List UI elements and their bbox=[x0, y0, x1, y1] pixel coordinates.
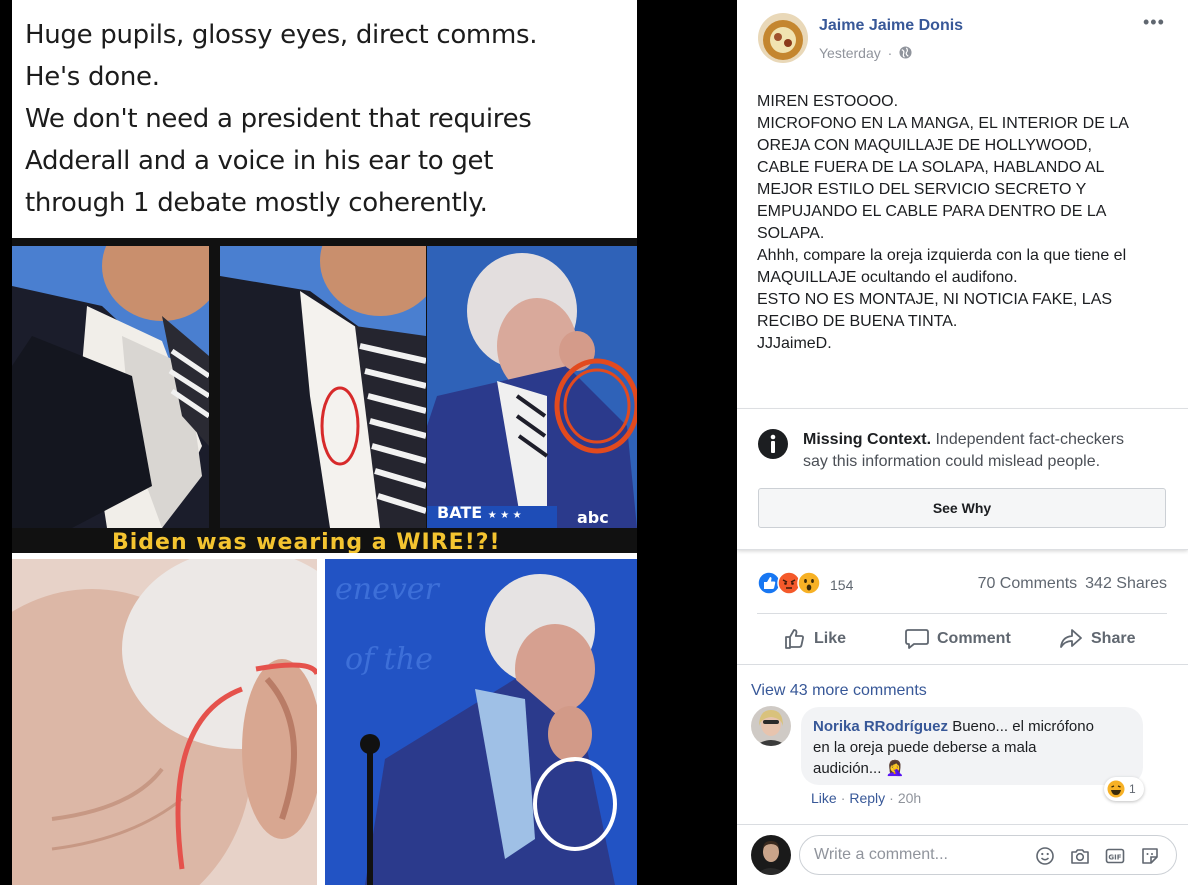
share-label: Share bbox=[1091, 630, 1136, 647]
debate-stage-photo: enever of the bbox=[325, 559, 637, 885]
post-text-line: MICROFONO EN LA MANGA, EL INTERIOR DE LA bbox=[757, 115, 1129, 132]
engagement-counts: 70 Comments 342 Shares bbox=[978, 575, 1167, 593]
post-text-line: MAQUILLAJE ocultando el audifono. bbox=[757, 269, 1018, 286]
camera-icon[interactable] bbox=[1070, 846, 1090, 866]
comment-bubble: Norika RRodríguez Bueno... el micrófono … bbox=[801, 707, 1143, 785]
fact-check-card: Missing Context. Independent fact-checke… bbox=[737, 409, 1188, 549]
wow-reaction-icon[interactable] bbox=[797, 571, 821, 595]
divider bbox=[737, 824, 1188, 825]
comment-text-line: audición... bbox=[813, 760, 882, 777]
facepalm-emoji: 🤦‍♀️ bbox=[885, 760, 905, 777]
meme-caption-line: He's done. bbox=[25, 62, 160, 92]
comment-label: Comment bbox=[937, 630, 1011, 647]
post-text-line: ESTO NO ES MONTAJE, NI NOTICIA FAKE, LAS bbox=[757, 291, 1113, 308]
comment-like-link[interactable]: Like bbox=[811, 790, 837, 806]
reactions-summary: 154 70 Comments 342 Shares bbox=[757, 570, 1167, 600]
post-text-line: SOLAPA. bbox=[757, 225, 825, 242]
abc-logo: abc bbox=[577, 508, 609, 527]
comment-button[interactable]: Comment bbox=[905, 627, 1011, 651]
comment-text-line: Bueno... el micrófono bbox=[952, 718, 1094, 735]
current-user-avatar bbox=[751, 835, 791, 875]
author-name[interactable]: Jaime Jaime Donis bbox=[819, 17, 963, 35]
comment-reaction-count: 1 bbox=[1129, 782, 1136, 796]
ear-closeup-photo bbox=[12, 559, 317, 885]
comment-reaction-badge[interactable]: 1 bbox=[1104, 777, 1144, 801]
thumbs-up-icon bbox=[785, 629, 804, 649]
post-text-line: CABLE FUERA DE LA SOLAPA, HABLANDO AL bbox=[757, 159, 1105, 176]
fact-check-line2: say this information could mislead peopl… bbox=[803, 453, 1101, 470]
meme-caption-line: through 1 debate mostly coherently. bbox=[25, 188, 488, 218]
like-label: Like bbox=[814, 630, 847, 647]
svg-text:of the: of the bbox=[345, 642, 433, 677]
post-time[interactable]: Yesterday bbox=[819, 45, 881, 61]
comment-reply-link[interactable]: Reply bbox=[849, 790, 885, 806]
divider bbox=[757, 613, 1167, 614]
comment-icon bbox=[905, 629, 929, 649]
sticker-icon[interactable] bbox=[1140, 846, 1160, 866]
comment-composer: GIF bbox=[799, 835, 1177, 875]
debate-banner: BATE ★ ★ ★ bbox=[437, 503, 522, 522]
emoji-icon[interactable] bbox=[1035, 846, 1055, 866]
comment-text-line: en la oreja puede deberse a mala bbox=[813, 739, 1037, 756]
meme-photo-row-top: BATE ★ ★ ★ abc Biden was wearing a WIRE!… bbox=[12, 238, 637, 555]
meme-caption-line: Adderall and a voice in his ear to get bbox=[25, 146, 494, 176]
meme-caption: Huge pupils, glossy eyes, direct comms. … bbox=[12, 0, 637, 237]
info-icon bbox=[758, 429, 788, 459]
comments-count[interactable]: 70 Comments bbox=[978, 575, 1078, 592]
post-text-line: MIREN ESTOOOO. bbox=[757, 93, 899, 110]
meme-photo-row-bottom: enever of the bbox=[12, 553, 637, 885]
author-avatar[interactable] bbox=[758, 13, 808, 63]
post-options-button[interactable]: ••• bbox=[1143, 12, 1165, 33]
wire-caption: Biden was wearing a WIRE!?! bbox=[112, 530, 501, 555]
gif-icon[interactable]: GIF bbox=[1105, 846, 1125, 866]
fact-check-line1: Independent fact-checkers bbox=[935, 431, 1125, 448]
divider bbox=[737, 664, 1188, 665]
commenter-name[interactable]: Norika RRodríguez bbox=[813, 718, 948, 735]
svg-text:enever: enever bbox=[335, 572, 441, 607]
post-text-line: EMPUJANDO EL CABLE PARA DENTRO DE LA bbox=[757, 203, 1107, 220]
meme-caption-line: Huge pupils, glossy eyes, direct comms. bbox=[25, 20, 538, 50]
comment-actions: Like · Reply · 20h bbox=[811, 790, 922, 806]
haha-reaction-icon bbox=[1107, 780, 1125, 798]
fact-check-title: Missing Context. bbox=[803, 431, 932, 448]
post-text-line: MEJOR ESTILO DEL SERVICIO SECRETO Y bbox=[757, 181, 1087, 198]
post-text-line: JJJaimeD. bbox=[757, 335, 832, 352]
see-why-button[interactable]: See Why bbox=[758, 488, 1166, 528]
post-text-line: RECIBO DE BUENA TINTA. bbox=[757, 313, 958, 330]
meme-caption-line: We don't need a president that requires bbox=[25, 104, 532, 134]
post-text-line: Ahhh, compare la oreja izquierda con la … bbox=[757, 247, 1127, 264]
post-timestamp[interactable]: Yesterday · bbox=[819, 45, 912, 61]
post-panel: Jaime Jaime Donis Yesterday · ••• MIREN … bbox=[737, 0, 1188, 885]
svg-text:GIF: GIF bbox=[1108, 854, 1121, 862]
shares-count[interactable]: 342 Shares bbox=[1085, 575, 1167, 592]
share-button[interactable]: Share bbox=[1059, 627, 1135, 651]
post-body: MIREN ESTOOOO. MICROFONO EN LA MANGA, EL… bbox=[757, 91, 1177, 355]
meme-image[interactable]: Huge pupils, glossy eyes, direct comms. … bbox=[12, 0, 637, 885]
share-arrow-icon bbox=[1060, 629, 1082, 648]
coughing-photo: BATE ★ ★ ★ abc bbox=[427, 246, 637, 528]
comment-time[interactable]: 20h bbox=[898, 790, 921, 806]
photo-viewer: Huge pupils, glossy eyes, direct comms. … bbox=[0, 0, 737, 885]
post-text-line: OREJA CON MAQUILLAJE DE HOLLYWOOD, bbox=[757, 137, 1092, 154]
fact-check-text: Missing Context. Independent fact-checke… bbox=[803, 429, 1173, 473]
debate-banner-text: BATE bbox=[437, 503, 483, 522]
view-more-comments-link[interactable]: View 43 more comments bbox=[751, 682, 927, 700]
suit-closeup-photo-2 bbox=[220, 246, 426, 528]
write-comment-input[interactable] bbox=[814, 846, 1014, 864]
like-button[interactable]: Like bbox=[784, 627, 846, 651]
suit-closeup-photo-1 bbox=[12, 246, 209, 528]
commenter-avatar[interactable] bbox=[751, 706, 791, 746]
globe-icon bbox=[899, 46, 912, 59]
reaction-count[interactable]: 154 bbox=[830, 577, 853, 593]
